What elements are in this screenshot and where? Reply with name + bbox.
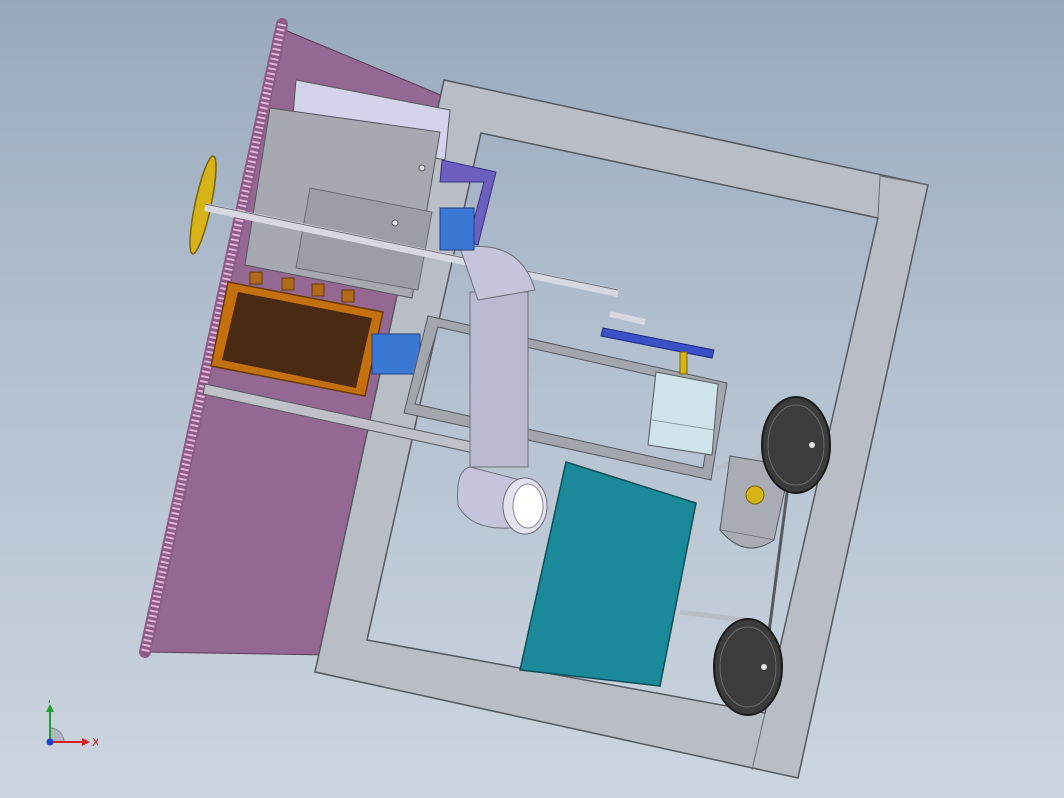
hand-wheel[interactable] xyxy=(185,154,221,255)
z-axis-dot xyxy=(46,738,54,746)
y-axis-label: Y xyxy=(45,700,53,706)
blue-coupling[interactable] xyxy=(371,333,421,375)
cad-viewport[interactable]: X Y xyxy=(0,0,1064,798)
lower-wheel[interactable] xyxy=(713,618,783,716)
yellow-post[interactable] xyxy=(679,351,688,375)
upper-wheel[interactable] xyxy=(761,396,831,494)
blue-plate[interactable] xyxy=(600,327,715,359)
motor[interactable] xyxy=(647,371,719,456)
linkage-arm[interactable] xyxy=(609,311,646,325)
coordinate-triad: X Y xyxy=(45,700,98,749)
blue-valve[interactable] xyxy=(439,207,475,251)
teal-panel[interactable] xyxy=(519,461,697,687)
cad-model-canvas[interactable] xyxy=(0,0,1064,798)
x-axis-label: X xyxy=(92,736,98,749)
exhaust-pipe[interactable] xyxy=(457,245,548,535)
control-box[interactable] xyxy=(244,79,451,299)
